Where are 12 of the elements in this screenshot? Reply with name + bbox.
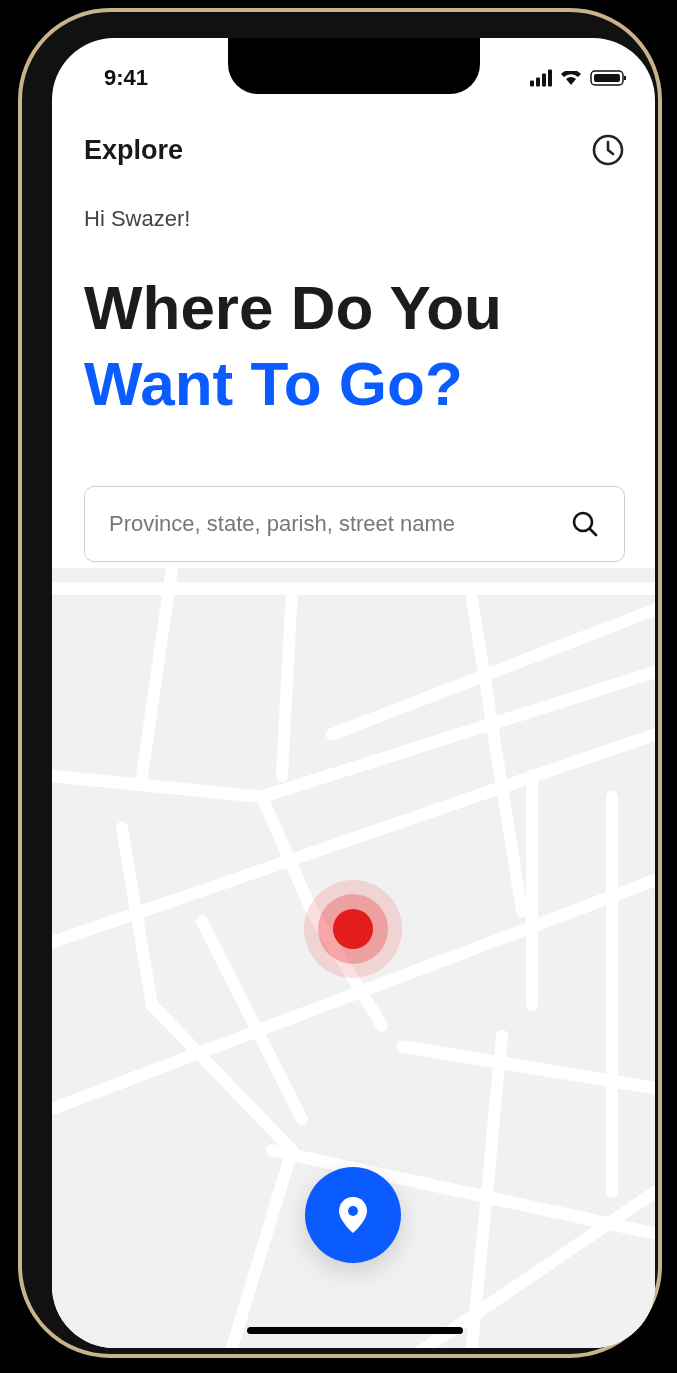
- battery-icon: [590, 70, 627, 86]
- headline-text: Want To Go?: [84, 348, 464, 420]
- signal-icon: [530, 69, 552, 87]
- search-field[interactable]: Province, state, parish, street name: [84, 486, 625, 562]
- greeting-text: Hi Swazer!: [84, 206, 192, 232]
- map-pin-icon: [336, 1195, 370, 1235]
- headline-text: Where Do You: [84, 272, 503, 344]
- wifi-icon: [560, 71, 582, 85]
- search-icon[interactable]: [571, 510, 599, 538]
- page-title: Explore: [84, 134, 184, 166]
- status-time: 9:41: [104, 65, 149, 91]
- clock-icon[interactable]: [591, 133, 625, 167]
